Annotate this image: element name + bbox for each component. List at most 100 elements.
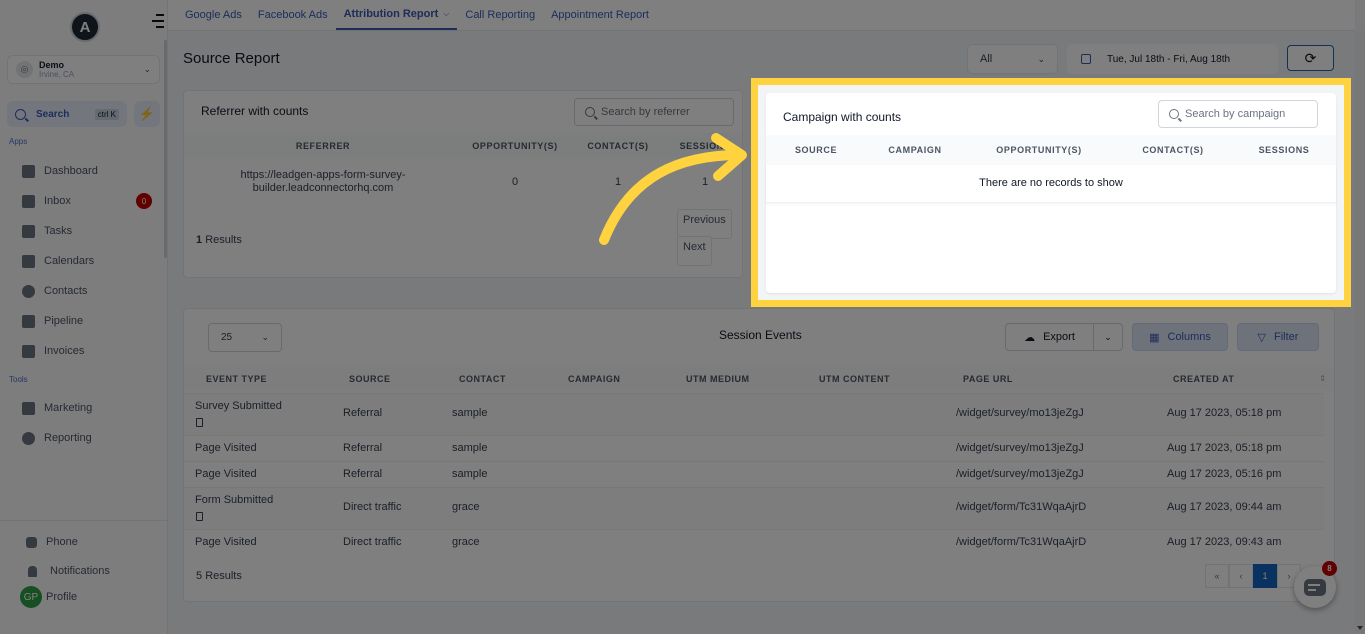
col-utm-medium[interactable]: UTM MEDIUM: [686, 374, 750, 384]
col-opportunities[interactable]: OPPORTUNITY(S): [462, 141, 568, 151]
sidebar-item-invoices[interactable]: Invoices: [22, 342, 152, 360]
filter-button[interactable]: ▽ Filter: [1237, 323, 1319, 351]
contacts-icon: [22, 284, 35, 298]
col-created-at[interactable]: CREATED AT: [1173, 374, 1234, 384]
clipboard-icon[interactable]: [196, 512, 203, 521]
col-source[interactable]: SOURCE: [349, 374, 391, 384]
col-referrer[interactable]: REFERRER: [184, 141, 462, 151]
page-url-cell: /widget/survey/mo13jeZgJ: [956, 407, 1084, 419]
date-range-picker[interactable]: Tue, Jul 18th - Fri, Aug 18th: [1067, 44, 1278, 74]
collapse-sidebar-icon[interactable]: [150, 14, 164, 28]
app-logo[interactable]: A: [70, 12, 100, 42]
campaign-search-input[interactable]: Search by campaign: [1158, 100, 1318, 128]
inbox-unread-badge: 0: [136, 193, 152, 209]
event-type-cell: Survey Submitted: [195, 400, 282, 412]
sidebar-item-dashboard[interactable]: Dashboard: [22, 162, 152, 180]
current-page-button[interactable]: 1: [1253, 564, 1277, 588]
export-button[interactable]: ☁ Export: [1006, 324, 1094, 350]
section-label-apps: Apps: [9, 137, 28, 146]
contact-cell: sample: [452, 468, 488, 480]
col-sessions[interactable]: SESSIONS: [1232, 145, 1336, 155]
tab-google-ads[interactable]: Google Ads: [177, 0, 250, 30]
calendar-icon: [22, 254, 35, 268]
sidebar-item-calendars[interactable]: Calendars: [22, 252, 152, 270]
sidebar-item-label: Dashboard: [44, 165, 98, 177]
campaign-card: Campaign with counts Search by campaign …: [766, 93, 1336, 293]
search-button[interactable]: Search ctrl K: [7, 101, 127, 127]
megaphone-icon: [22, 401, 35, 415]
report-tabs: Google Ads Facebook Ads Attribution Repo…: [168, 0, 1355, 31]
clipboard-icon[interactable]: [196, 418, 203, 427]
chevron-down-icon: ⌄: [143, 64, 151, 74]
page-scrollbar[interactable]: [1355, 31, 1365, 634]
columns-label: Columns: [1167, 331, 1211, 343]
quick-actions-bolt-icon[interactable]: ⚡: [134, 101, 160, 127]
col-campaign[interactable]: CAMPAIGN: [866, 145, 964, 155]
chevron-down-icon: ⌄: [1037, 53, 1045, 64]
account-name: Demo: [39, 59, 65, 70]
sidebar-item-notifications[interactable]: Notifications: [28, 562, 158, 580]
sidebar-item-inbox[interactable]: Inbox 0: [22, 192, 152, 210]
referrer-cell: https://leadgen-apps-form-survey- builde…: [184, 169, 462, 195]
sidebar: A ◎ Demo Irvine, CA ⌄ Search ctrl K ⚡ Ap…: [0, 0, 168, 634]
col-campaign[interactable]: CAMPAIGN: [568, 374, 620, 384]
table-row[interactable]: Survey Submitted Referral sample/widget/su…: [184, 393, 1324, 435]
export-options-dropdown[interactable]: ⌄: [1094, 324, 1122, 350]
chat-unread-badge: 8: [1322, 561, 1337, 576]
tab-attribution-report[interactable]: Attribution Report ⌵: [335, 0, 458, 30]
tab-appointment-report[interactable]: Appointment Report: [543, 0, 657, 30]
source-cell: Referral: [343, 442, 383, 454]
sidebar-item-contacts[interactable]: Contacts: [22, 282, 152, 300]
sidebar-scrollbar[interactable]: [164, 40, 167, 258]
refresh-icon: ⟳: [1304, 49, 1317, 66]
col-utm-content[interactable]: UTM CONTENT: [819, 374, 890, 384]
profile-avatar: GP: [20, 586, 42, 608]
sidebar-item-pipeline[interactable]: Pipeline: [22, 312, 152, 330]
account-switcher[interactable]: ◎ Demo Irvine, CA ⌄: [7, 55, 160, 84]
event-type-cell: Form Submitted: [195, 494, 274, 506]
referrer-url-line2: builder.leadconnectorhq.com: [252, 182, 394, 194]
arrow-shaft: [599, 150, 745, 245]
tab-call-reporting[interactable]: Call Reporting: [457, 0, 543, 30]
col-opportunities[interactable]: OPPORTUNITY(S): [964, 145, 1114, 155]
sidebar-item-phone[interactable]: Phone: [26, 533, 156, 551]
per-page-select[interactable]: 25 ⌄: [208, 323, 282, 352]
prev-page-button[interactable]: ‹: [1229, 564, 1253, 588]
filter-label: Filter: [1274, 331, 1299, 343]
col-contact[interactable]: CONTACT: [459, 374, 506, 384]
pipeline-icon: [22, 314, 35, 328]
bell-icon: [28, 565, 37, 577]
sort-icon[interactable]: ⇕: [1319, 374, 1326, 383]
tasks-icon: [22, 224, 35, 238]
sidebar-item-label: Profile: [46, 591, 78, 603]
sidebar-item-tasks[interactable]: Tasks: [22, 222, 152, 240]
search-label: Search: [36, 108, 70, 120]
table-row[interactable]: Form Submitted Direct traffic grace/widget…: [184, 487, 1324, 529]
col-event-type[interactable]: EVENT TYPE: [206, 374, 267, 384]
col-page-url[interactable]: PAGE URL: [963, 374, 1013, 384]
sidebar-item-marketing[interactable]: Marketing: [22, 399, 152, 417]
per-page-value: 25: [221, 332, 233, 343]
search-icon: [585, 107, 595, 117]
col-source[interactable]: SOURCE: [766, 145, 866, 155]
table-row[interactable]: Page Visited Direct traffic grace/widget/f…: [184, 529, 1324, 555]
col-contacts[interactable]: CONTACT(S): [1114, 145, 1232, 155]
table-row[interactable]: Page Visited Referral sample/widget/survey…: [184, 435, 1324, 461]
sidebar-item-profile[interactable]: GP Profile: [20, 586, 152, 608]
session-events-table-header: EVENT TYPE SOURCE CONTACT CAMPAIGN UTM M…: [184, 367, 1334, 391]
source-filter-select[interactable]: All ⌄: [967, 44, 1058, 74]
created-at-cell: Aug 17 2023, 05:16 pm: [1167, 468, 1282, 480]
location-avatar-icon: ◎: [16, 61, 33, 78]
created-at-cell: Aug 17 2023, 09:43 am: [1167, 536, 1282, 548]
scroll-down-arrow-icon[interactable]: [1357, 626, 1363, 630]
tab-facebook-ads[interactable]: Facebook Ads: [250, 0, 336, 30]
created-at-cell: Aug 17 2023, 05:18 pm: [1167, 442, 1282, 454]
first-page-button[interactable]: «: [1205, 564, 1229, 588]
referrer-search-input[interactable]: Search by referrer: [574, 98, 734, 126]
table-row[interactable]: Page Visited Referral sample/widget/survey…: [184, 461, 1324, 487]
sidebar-item-reporting[interactable]: Reporting: [22, 429, 152, 447]
campaign-table-header: SOURCE CAMPAIGN OPPORTUNITY(S) CONTACT(S…: [766, 135, 1336, 165]
pie-chart-icon: [22, 431, 35, 445]
refresh-button[interactable]: ⟳: [1287, 45, 1334, 71]
columns-button[interactable]: ▦ Columns: [1132, 323, 1228, 351]
